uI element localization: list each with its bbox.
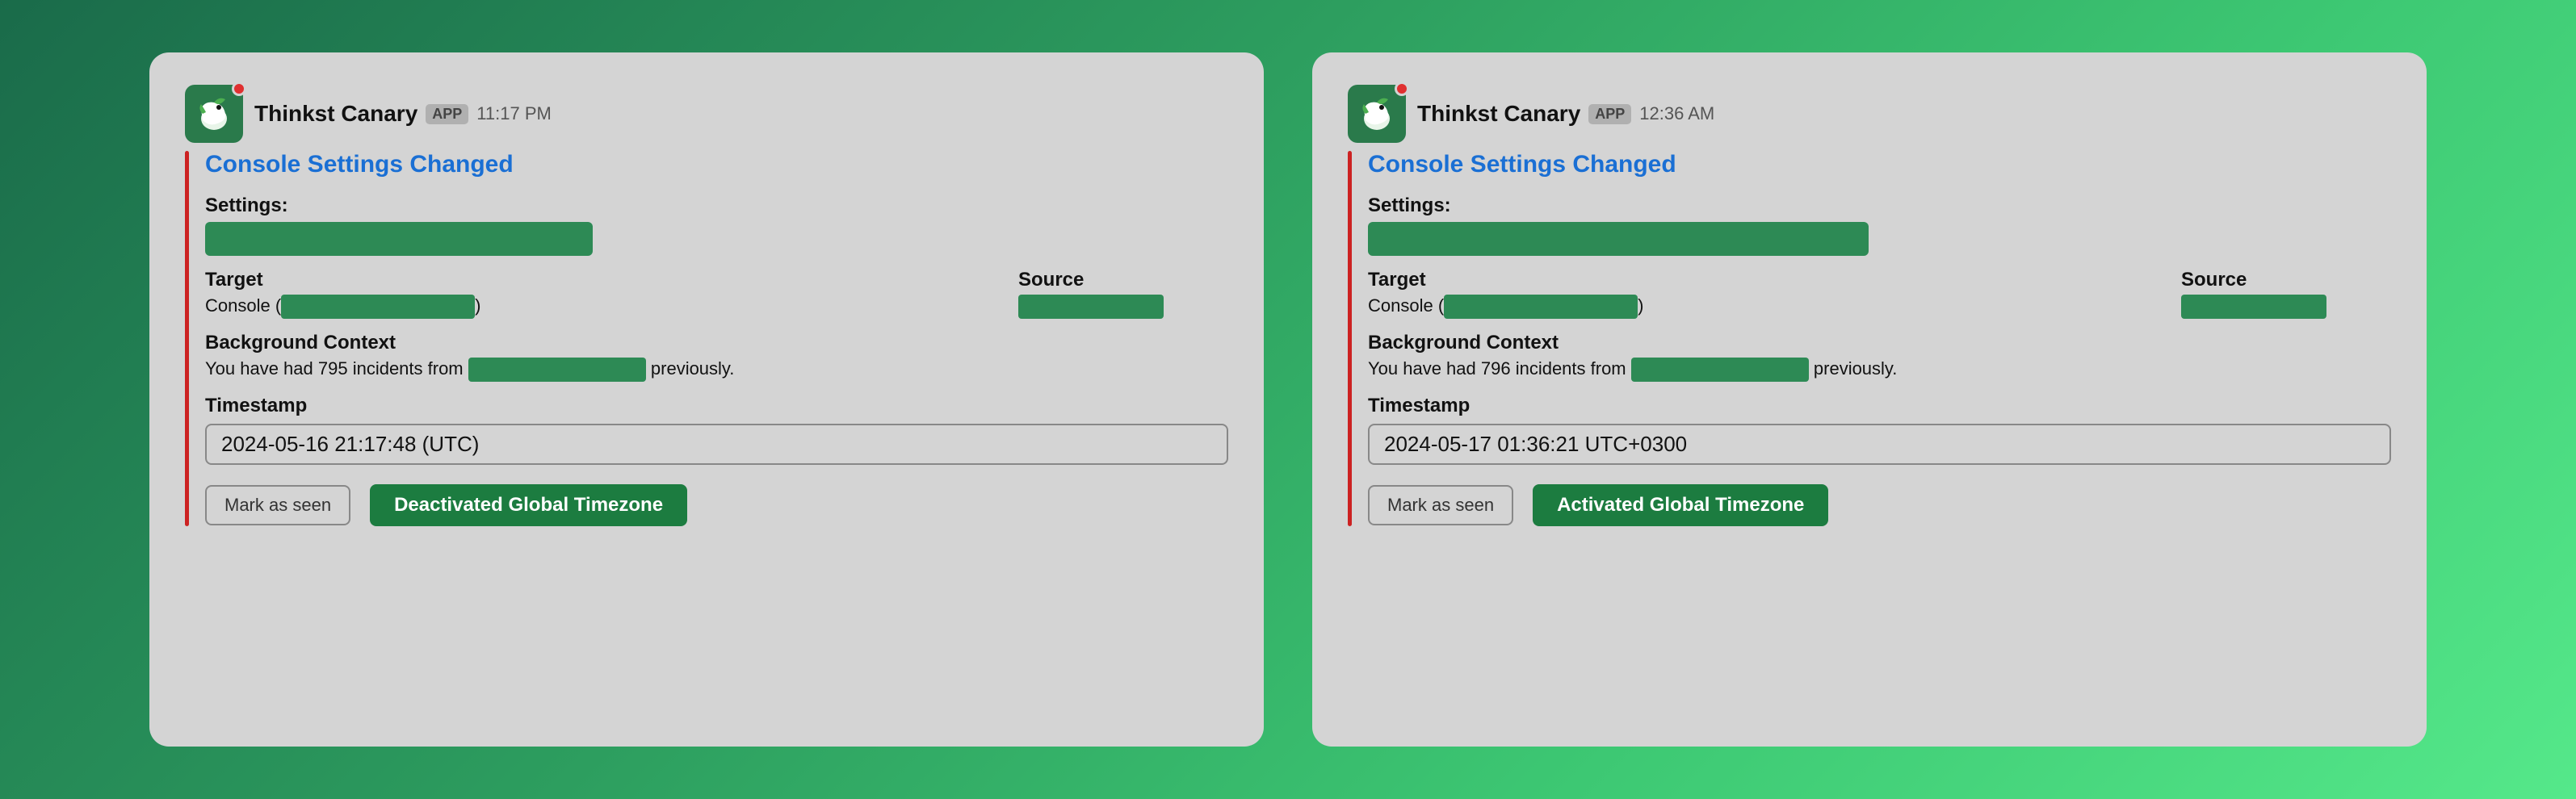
timestamp-value-2: 2024-05-17 01:36:21 UTC+0300 bbox=[1368, 424, 2391, 465]
notification-dot-2 bbox=[1395, 82, 1409, 96]
actions-row-1: Mark as seen Deactivated Global Timezone bbox=[205, 484, 1228, 526]
avatar-1 bbox=[185, 85, 243, 143]
source-redacted-2 bbox=[2181, 295, 2326, 319]
bg-context-redacted-2 bbox=[1631, 358, 1809, 382]
source-redacted-1 bbox=[1018, 295, 1164, 319]
bg-context-value-1: You have had 795 incidents from previous… bbox=[205, 358, 1228, 382]
notification-card-1: Thinkst Canary APP 11:17 PM Console Sett… bbox=[149, 52, 1264, 747]
source-col-1: Source bbox=[1018, 269, 1228, 319]
alert-title-2: Console Settings Changed bbox=[1368, 151, 2391, 178]
timestamp-label-2: Timestamp bbox=[1368, 395, 2391, 417]
source-value-1 bbox=[1018, 295, 1228, 319]
target-value-1: Console () bbox=[205, 295, 986, 319]
content-area-1: Console Settings Changed Settings: Targe… bbox=[185, 151, 1228, 526]
source-label-2: Source bbox=[2181, 269, 2391, 291]
target-value-2: Console () bbox=[1368, 295, 2149, 319]
settings-redacted-2 bbox=[1368, 222, 1869, 256]
action-button-1[interactable]: Deactivated Global Timezone bbox=[370, 484, 687, 526]
timestamp-label-1: Timestamp bbox=[205, 395, 1228, 417]
app-name-2: Thinkst Canary bbox=[1417, 101, 1580, 127]
settings-section-2: Settings: bbox=[1368, 195, 2391, 256]
bg-context-label-2: Background Context bbox=[1368, 332, 2391, 354]
header-meta-1: Thinkst Canary APP 11:17 PM bbox=[254, 101, 552, 127]
mark-seen-button-2[interactable]: Mark as seen bbox=[1368, 485, 1513, 525]
actions-row-2: Mark as seen Activated Global Timezone bbox=[1368, 484, 2391, 526]
action-button-2[interactable]: Activated Global Timezone bbox=[1533, 484, 1828, 526]
target-col-2: Target Console () bbox=[1368, 269, 2149, 319]
content-body-1: Console Settings Changed Settings: Targe… bbox=[205, 151, 1228, 526]
timestamp-section-1: Timestamp 2024-05-16 21:17:48 (UTC) bbox=[205, 395, 1228, 465]
target-col-1: Target Console () bbox=[205, 269, 986, 319]
red-border-2 bbox=[1348, 151, 1352, 526]
content-area-2: Console Settings Changed Settings: Targe… bbox=[1348, 151, 2391, 526]
timestamp-value-1: 2024-05-16 21:17:48 (UTC) bbox=[205, 424, 1228, 465]
app-badge-2: APP bbox=[1588, 104, 1631, 124]
header-time-2: 12:36 AM bbox=[1639, 103, 1714, 124]
bg-context-value-2: You have had 796 incidents from previous… bbox=[1368, 358, 2391, 382]
settings-label-1: Settings: bbox=[205, 195, 1228, 217]
bg-context-label-1: Background Context bbox=[205, 332, 1228, 354]
source-label-1: Source bbox=[1018, 269, 1228, 291]
source-value-2 bbox=[2181, 295, 2391, 319]
notification-dot-1 bbox=[232, 82, 246, 96]
app-name-1: Thinkst Canary bbox=[254, 101, 417, 127]
bg-context-section-2: Background Context You have had 796 inci… bbox=[1368, 332, 2391, 382]
mark-seen-button-1[interactable]: Mark as seen bbox=[205, 485, 350, 525]
timestamp-section-2: Timestamp 2024-05-17 01:36:21 UTC+0300 bbox=[1368, 395, 2391, 465]
target-redacted-2 bbox=[1444, 295, 1638, 319]
card-header-2: Thinkst Canary APP 12:36 AM bbox=[1348, 85, 2391, 143]
card-header-1: Thinkst Canary APP 11:17 PM bbox=[185, 85, 1228, 143]
header-time-1: 11:17 PM bbox=[476, 103, 552, 124]
red-border-1 bbox=[185, 151, 189, 526]
bg-context-redacted-1 bbox=[468, 358, 646, 382]
settings-label-2: Settings: bbox=[1368, 195, 2391, 217]
content-body-2: Console Settings Changed Settings: Targe… bbox=[1368, 151, 2391, 526]
target-label-1: Target bbox=[205, 269, 986, 291]
avatar-2 bbox=[1348, 85, 1406, 143]
target-source-row-1: Target Console () Source bbox=[205, 269, 1228, 319]
target-label-2: Target bbox=[1368, 269, 2149, 291]
bg-context-section-1: Background Context You have had 795 inci… bbox=[205, 332, 1228, 382]
target-redacted-1 bbox=[281, 295, 475, 319]
settings-section-1: Settings: bbox=[205, 195, 1228, 256]
source-col-2: Source bbox=[2181, 269, 2391, 319]
notification-card-2: Thinkst Canary APP 12:36 AM Console Sett… bbox=[1312, 52, 2427, 747]
alert-title-1: Console Settings Changed bbox=[205, 151, 1228, 178]
header-meta-2: Thinkst Canary APP 12:36 AM bbox=[1417, 101, 1714, 127]
app-badge-1: APP bbox=[426, 104, 468, 124]
settings-redacted-1 bbox=[205, 222, 593, 256]
target-source-row-2: Target Console () Source bbox=[1368, 269, 2391, 319]
